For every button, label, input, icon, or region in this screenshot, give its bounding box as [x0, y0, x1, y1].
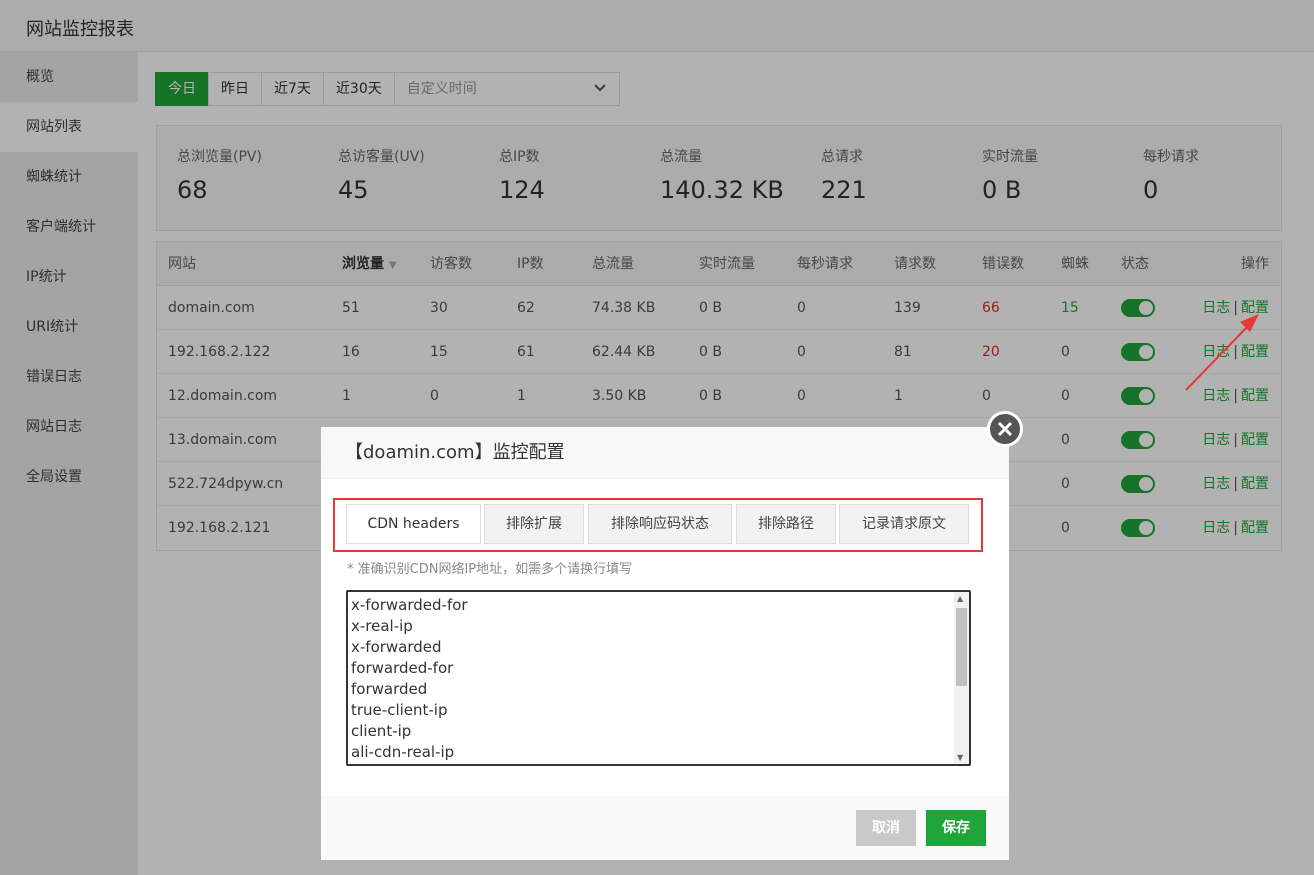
header-line: x-forwarded-for: [351, 596, 468, 614]
cdn-headers-textarea[interactable]: x-forwarded-for x-real-ip x-forwarded fo…: [346, 590, 971, 766]
tab-exclude-paths[interactable]: 排除路径: [736, 504, 836, 544]
header-line: client-ip: [351, 722, 412, 740]
header-line: x-real-ip: [351, 617, 413, 635]
textarea-scrollbar[interactable]: ▲ ▼: [954, 592, 969, 764]
tab-exclude-status-codes[interactable]: 排除响应码状态: [588, 504, 732, 544]
close-icon[interactable]: [987, 411, 1023, 447]
header-line: ali-cdn-real-ip: [351, 743, 455, 761]
dialog-footer: 取消 保存: [321, 796, 1009, 860]
scrollbar-thumb[interactable]: [956, 608, 967, 686]
save-button[interactable]: 保存: [926, 810, 986, 846]
tab-exclude-extensions[interactable]: 排除扩展: [484, 504, 584, 544]
cdn-hint-text: * 准确识别CDN网络IP地址，如需多个请换行填写: [347, 562, 633, 577]
scroll-up-icon[interactable]: ▲: [957, 594, 963, 603]
dialog-title: 【doamin.com】监控配置: [321, 427, 1009, 479]
tab-record-request-raw[interactable]: 记录请求原文: [839, 504, 969, 544]
tab-cdn-headers[interactable]: CDN headers: [346, 504, 481, 544]
header-line: forwarded: [351, 680, 428, 698]
header-line: forwarded-for: [351, 659, 454, 677]
cancel-button[interactable]: 取消: [856, 810, 916, 846]
monitor-config-dialog: 【doamin.com】监控配置 CDN headers 排除扩展 排除响应码状…: [321, 411, 1023, 860]
header-line: true-client-ip: [351, 701, 448, 719]
scroll-down-icon[interactable]: ▼: [957, 753, 963, 762]
textarea-content: x-forwarded-for x-real-ip x-forwarded fo…: [348, 592, 969, 763]
header-line: x-forwarded: [351, 638, 442, 656]
